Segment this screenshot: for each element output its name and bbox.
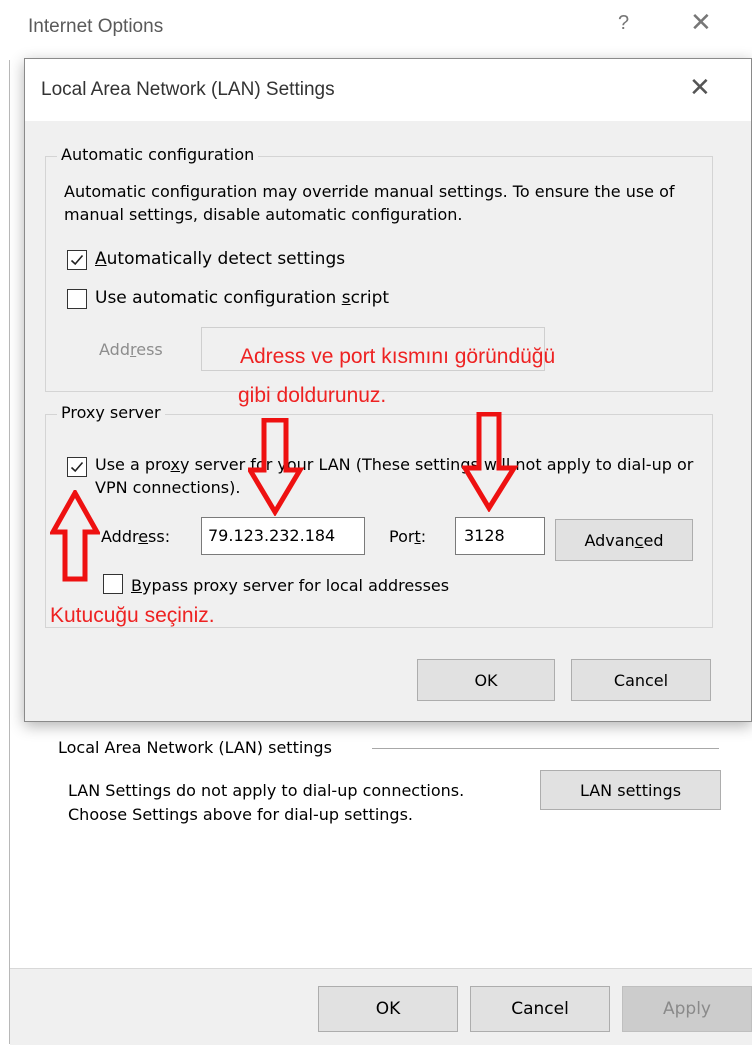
use-proxy-checkbox[interactable] — [67, 457, 87, 477]
window-border — [9, 60, 10, 1044]
proxy-address-input[interactable]: 79.123.232.184 — [201, 517, 365, 555]
auto-script-checkbox[interactable] — [67, 289, 87, 309]
automatic-configuration-description: Automatic configuration may override man… — [64, 182, 675, 224]
lan-settings-button[interactable]: LAN settings — [540, 770, 721, 810]
dialog-cancel-button[interactable]: Cancel — [571, 659, 711, 701]
port-input[interactable]: 3128 — [455, 517, 545, 555]
use-proxy-label[interactable]: Use a proxy server for your LAN (These s… — [95, 453, 695, 499]
bypass-local-checkbox[interactable] — [103, 574, 123, 594]
red-arrow-up-icon — [50, 490, 100, 582]
dialog-title: Local Area Network (LAN) Settings — [41, 79, 335, 100]
section-divider — [372, 748, 719, 749]
port-label: Port: — [389, 527, 427, 546]
help-icon[interactable]: ? — [618, 12, 629, 35]
red-arrow-down-icon — [248, 418, 304, 516]
annotation-fill-instruction: Adress ve port kısmını göründüğü — [240, 345, 556, 368]
checkmark-icon — [70, 254, 84, 266]
advanced-button[interactable]: Advan c ed — [555, 519, 693, 561]
auto-script-label[interactable]: Use automatic configuration script — [95, 288, 389, 308]
auto-detect-checkbox[interactable] — [67, 250, 87, 270]
lan-section-description: LAN Settings do not apply to dial-up con… — [68, 781, 465, 824]
cancel-button[interactable]: Cancel — [470, 986, 610, 1032]
dialog-ok-button[interactable]: OK — [417, 659, 555, 701]
checkmark-icon — [70, 461, 84, 473]
close-icon[interactable]: ✕ — [690, 8, 712, 38]
annotation-checkbox-hint: Kutucuğu seçiniz. — [50, 604, 215, 627]
lan-section-title: Local Area Network (LAN) settings — [58, 738, 336, 757]
red-arrow-down-icon — [462, 412, 518, 512]
close-icon[interactable]: ✕ — [689, 73, 711, 103]
bypass-local-label[interactable]: Bypass proxy server for local addresses — [131, 576, 449, 595]
window-title: Internet Options — [28, 16, 164, 37]
proxy-address-label: Address: — [101, 527, 171, 546]
automatic-configuration-title: Automatic configuration — [57, 145, 259, 164]
ok-button[interactable]: OK — [318, 986, 458, 1032]
apply-button[interactable]: Apply — [622, 986, 752, 1032]
proxy-server-title: Proxy server — [57, 403, 165, 422]
annotation-fill-instruction-2: gibi doldurunuz. — [238, 384, 387, 407]
auto-detect-label[interactable]: Automatically detect settings — [95, 249, 345, 269]
script-address-label: Address — [99, 340, 163, 359]
